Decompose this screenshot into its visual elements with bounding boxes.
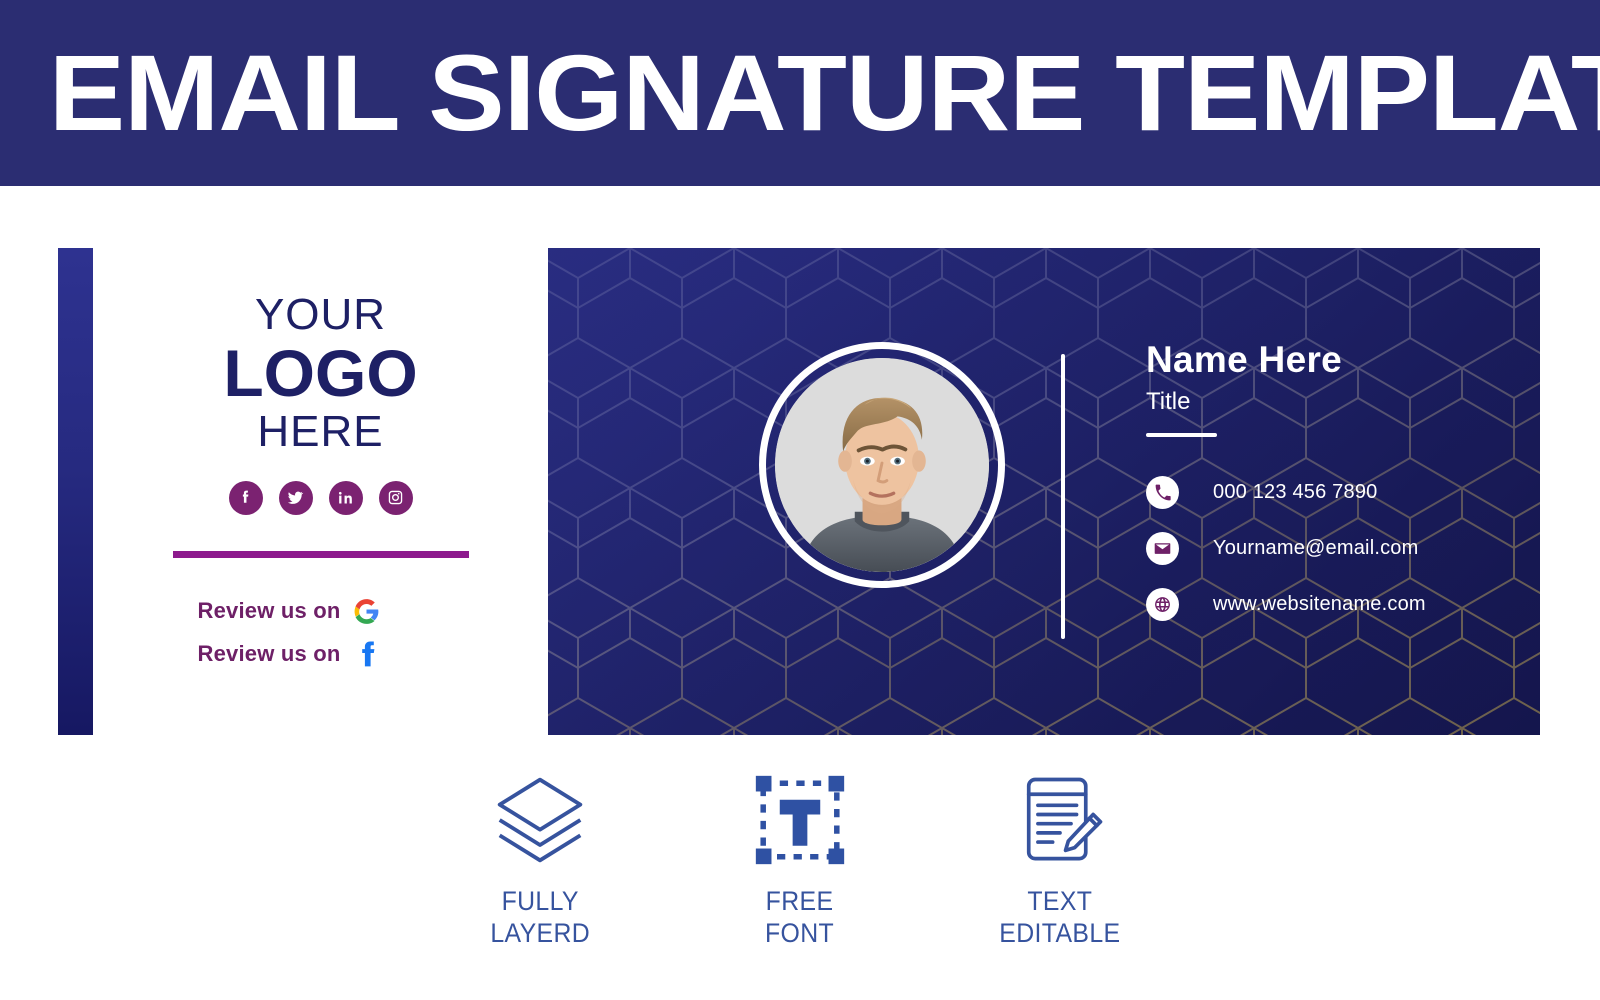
profile-name: Name Here [1146, 339, 1343, 380]
instagram-icon [388, 491, 403, 505]
header-bar: EMAIL SIGNATURE TEMPLATE [0, 0, 1600, 186]
social-link-instagram[interactable] [378, 480, 413, 515]
contact-value-email: Yourname@email.com [1213, 537, 1419, 559]
social-link-twitter[interactable] [278, 480, 313, 515]
review-links: Review us on Review us on [198, 598, 444, 668]
page-title: EMAIL SIGNATURE TEMPLATE [48, 32, 1600, 153]
review-label-google: Review us on [197, 598, 341, 624]
card-left-strip [58, 248, 93, 735]
feature-label-free-font: FREE FONT [765, 886, 835, 948]
review-row-google[interactable]: Review us on [198, 598, 444, 625]
contact-list: 000 123 456 7890 Yourname@email.com www.… [1146, 476, 1426, 621]
review-label-facebook: Review us on [197, 640, 341, 666]
contact-row-phone[interactable]: 000 123 456 7890 [1146, 476, 1426, 509]
contact-value-phone: 000 123 456 7890 [1213, 481, 1378, 503]
feature-label-fully-layered: FULLY LAYERD [490, 886, 590, 948]
google-icon [353, 598, 380, 625]
email-signature-card: YOUR LOGO HERE Review us on Review us on… [58, 248, 1540, 735]
feature-list: FULLY LAYERD FREE FONT TEXT EDITABLE [440, 768, 1160, 950]
logo-line-your: YOUR [254, 290, 387, 339]
envelope-icon [1146, 532, 1179, 565]
free-font-icon [754, 768, 846, 872]
facebook-icon [242, 490, 249, 504]
contact-row-website[interactable]: www.websitename.com [1146, 588, 1426, 621]
logo-panel-divider [172, 550, 469, 558]
page-root: EMAIL SIGNATURE TEMPLATE YOUR LOGO HERE … [0, 0, 1600, 1000]
social-links [228, 480, 413, 515]
feature-text-editable: TEXT EDITABLE [960, 768, 1160, 950]
vertical-divider [1061, 354, 1065, 639]
contact-row-email[interactable]: Yourname@email.com [1146, 532, 1426, 565]
profile-title: Title [1146, 387, 1191, 415]
portrait-photo [775, 358, 989, 572]
logo-line-here: HERE [257, 407, 384, 457]
social-link-facebook[interactable] [228, 480, 263, 515]
linkedin-icon [338, 492, 352, 504]
phone-icon [1146, 476, 1179, 509]
identity-block: Name Here Title [1146, 339, 1540, 438]
social-link-linkedin[interactable] [328, 480, 363, 515]
review-row-facebook[interactable]: Review us on [198, 640, 444, 668]
avatar-photo [775, 358, 989, 572]
globe-icon [1146, 588, 1179, 621]
logo-line-logo: LOGO [223, 335, 418, 410]
contact-value-website: www.websitename.com [1213, 593, 1426, 615]
facebook-letter-icon [361, 640, 379, 668]
identity-underline [1146, 433, 1217, 438]
feature-label-text-editable: TEXT EDITABLE [999, 886, 1121, 948]
logo-panel: YOUR LOGO HERE Review us on Review us on [93, 248, 548, 735]
layers-icon [492, 768, 588, 872]
avatar [759, 342, 1005, 588]
feature-fully-layered: FULLY LAYERD [440, 768, 640, 950]
profile-panel: Name Here Title 000 123 456 7890 Yournam… [548, 248, 1540, 735]
text-editable-icon [1014, 768, 1106, 872]
feature-free-font: FREE FONT [700, 768, 900, 950]
twitter-icon [287, 491, 304, 505]
